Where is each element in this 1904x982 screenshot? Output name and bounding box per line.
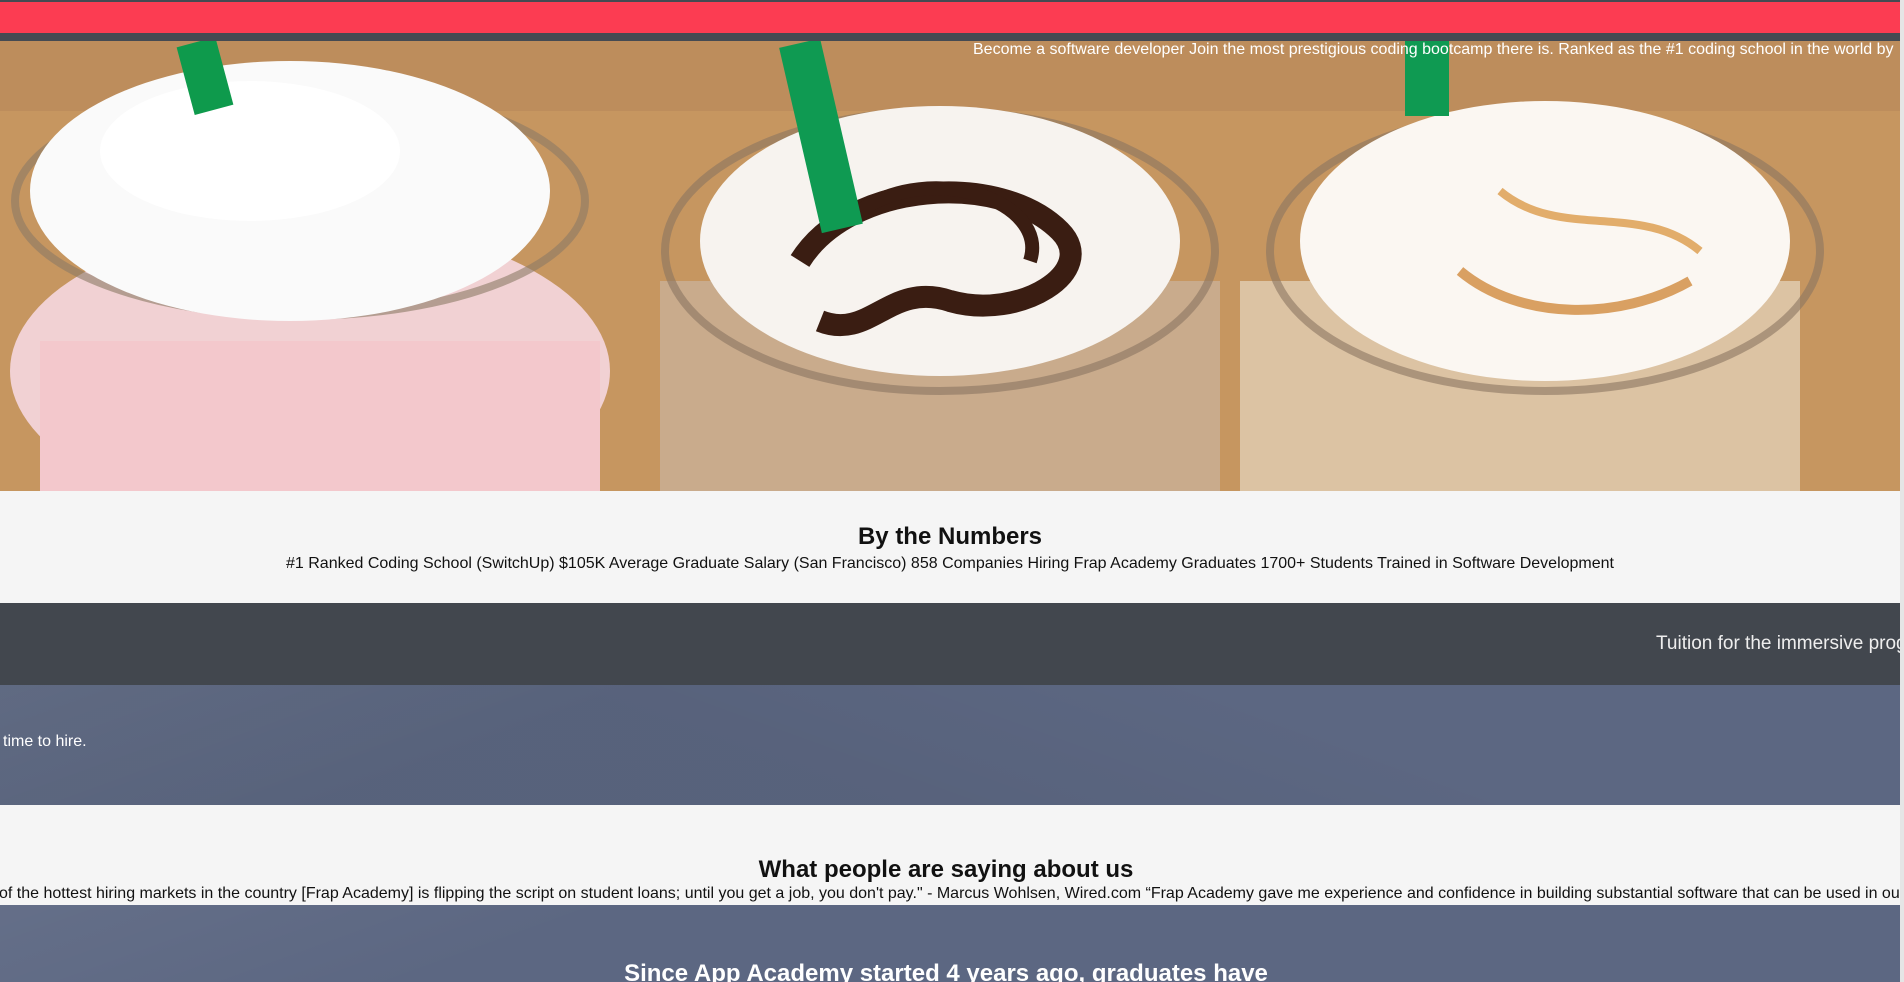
testimonials-section: What people are saying about us of the h… (0, 805, 1900, 905)
numbers-text: #1 Ranked Coding School (SwitchUp) $105K… (286, 555, 1614, 572)
tuition-text: Tuition for the immersive prog (1656, 633, 1900, 654)
by-the-numbers-section: By the Numbers #1 Ranked Coding School (… (0, 491, 1900, 603)
since-heading: Since App Academy started 4 years ago, g… (624, 960, 1268, 982)
hire-section: time to hire. (0, 685, 1900, 805)
top-accent-bar (0, 2, 1904, 33)
since-section: Since App Academy started 4 years ago, g… (0, 905, 1900, 982)
hire-text: time to hire. (3, 733, 87, 750)
hero-section: Become a software developer Join the mos… (0, 41, 1900, 491)
tuition-section: Tuition for the immersive prog (0, 603, 1900, 685)
page: Become a software developer Join the mos… (0, 0, 1904, 982)
top-nav-bar (0, 0, 1904, 41)
hero-image (0, 41, 1900, 491)
numbers-heading: By the Numbers (857, 523, 1043, 550)
testimonials-heading: What people are saying about us (758, 856, 1134, 883)
page-scrollbar[interactable] (1900, 0, 1904, 982)
hero-tagline: Become a software developer Join the mos… (973, 41, 1894, 58)
testimonials-text: of the hottest hiring markets in the cou… (0, 885, 1900, 902)
